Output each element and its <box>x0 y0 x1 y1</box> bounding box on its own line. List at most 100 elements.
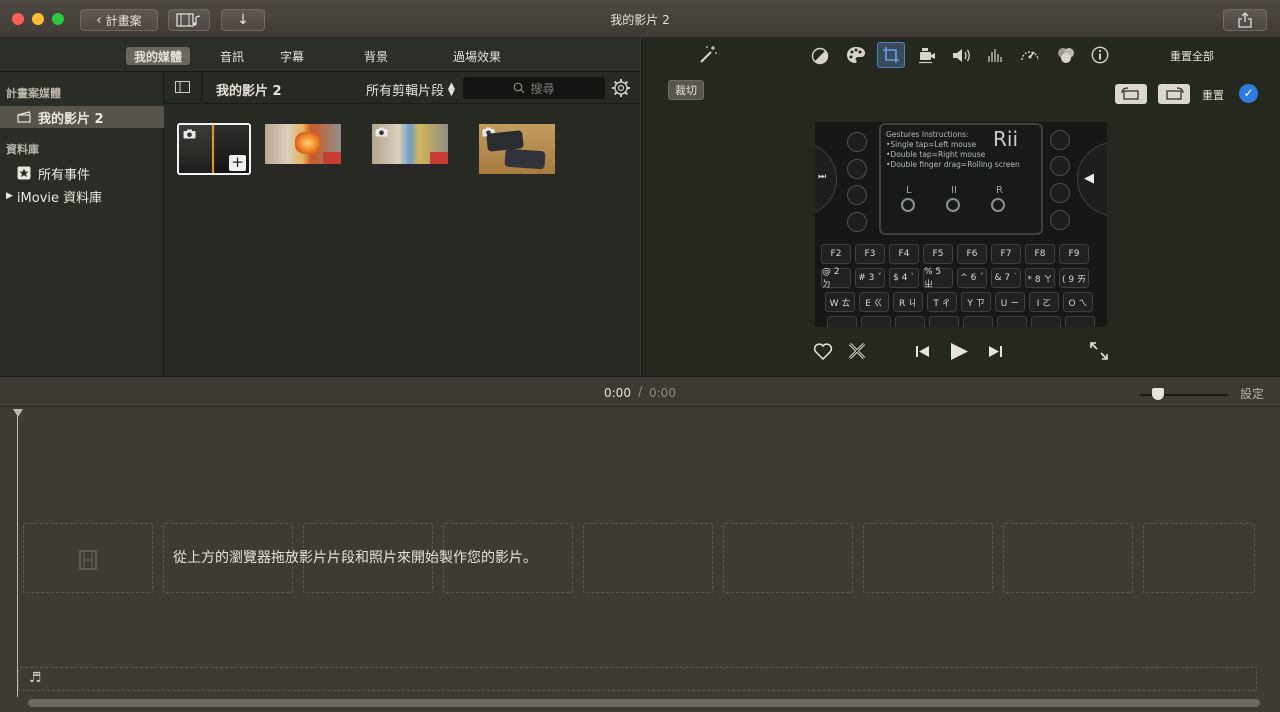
key: @ 2 ㄉ <box>821 267 851 290</box>
key <box>929 316 959 327</box>
timeline-settings-button[interactable]: 設定 <box>1240 385 1264 402</box>
key: % 5 ㄓ <box>923 267 953 290</box>
reset-all-button[interactable]: 重置全部 <box>1154 48 1230 64</box>
share-button[interactable] <box>1223 9 1267 31</box>
key: F8 <box>1025 244 1055 264</box>
library-sidebar: 計畫案媒體 我的影片 2 資料庫 所有事件 ▶ iMovie 資料庫 <box>0 72 164 376</box>
timeline-empty-message: 從上方的瀏覽器拖放影片片段和照片來開始製作您的影片。 <box>173 550 537 566</box>
media-thumbnail-3[interactable] <box>372 124 448 174</box>
thumbnail-image <box>295 132 321 154</box>
heart-icon[interactable] <box>813 343 833 361</box>
window-title: 我的影片 2 <box>610 13 670 27</box>
timeline-header: 0:00 / 0:00 設定 <box>0 376 1280 407</box>
media-tabs: 我的媒體 音訊 字幕 背景 過場效果 <box>0 38 640 72</box>
timeline[interactable]: 從上方的瀏覽器拖放影片片段和照片來開始製作您的影片。 ♬ <box>0 407 1280 712</box>
horizontal-scrollbar[interactable] <box>28 699 1260 707</box>
tab-my-media[interactable]: 我的媒體 <box>126 47 191 65</box>
stabilization-camera-icon[interactable] <box>918 47 936 64</box>
info-icon[interactable] <box>1091 46 1109 64</box>
clapperboard-icon <box>17 111 31 123</box>
media-thumbnail-1[interactable]: + <box>177 123 251 175</box>
zoom-slider-handle[interactable] <box>1152 388 1164 400</box>
skimmer-line <box>212 125 214 173</box>
arrow-down-icon: ↓ <box>237 12 249 28</box>
zoom-window-button[interactable] <box>52 13 64 25</box>
chevron-updown-icon: ▲ ▼ <box>448 80 455 98</box>
timeline-placeholder-slot <box>1143 523 1255 593</box>
media-thumbnail-2[interactable] <box>265 124 341 174</box>
add-to-timeline-icon[interactable]: + <box>229 155 246 171</box>
finger-icon <box>901 198 915 212</box>
browser-title: 我的影片 2 <box>216 84 282 99</box>
tab-backgrounds[interactable]: 背景 <box>356 47 396 65</box>
film-music-icon <box>176 13 201 27</box>
minimize-window-button[interactable] <box>32 13 44 25</box>
rotate-right-icon <box>1166 87 1184 100</box>
remote-key <box>847 132 867 152</box>
key: F9 <box>1059 244 1089 264</box>
sidebar-item-all-events[interactable]: 所有事件 <box>0 162 164 184</box>
speed-gauge-icon[interactable] <box>1020 46 1040 64</box>
import-button[interactable]: ↓ <box>221 9 265 31</box>
total-time: 0:00 <box>649 386 676 400</box>
key <box>1031 316 1061 327</box>
title-bar: ‹ 計畫案 ↓ 我的影片 2 <box>0 0 1280 38</box>
volume-icon[interactable] <box>952 47 972 64</box>
fullscreen-icon[interactable] <box>1090 342 1108 360</box>
palette-icon[interactable] <box>846 46 866 64</box>
video-filter-icon[interactable] <box>1056 46 1076 65</box>
sidebar-item-project-label: 我的影片 2 <box>38 111 104 127</box>
key: & 7 ˙ <box>991 268 1021 288</box>
sidebar-item-project[interactable]: 我的影片 2 <box>0 106 164 128</box>
equalizer-icon[interactable] <box>988 47 1004 63</box>
media-thumbnail-4[interactable] <box>479 124 555 174</box>
timeline-placeholder-slot <box>23 523 153 593</box>
arrow-left-icon: ◀ <box>1084 171 1094 186</box>
touchpad-left-label: L <box>906 185 912 196</box>
sidebar-toggle-icon[interactable] <box>175 81 190 93</box>
rotate-right-button[interactable] <box>1158 84 1190 104</box>
sidebar-item-library[interactable]: ▶ iMovie 資料庫 <box>0 185 164 207</box>
sidebar-item-all-events-label: 所有事件 <box>38 167 91 183</box>
camera-icon <box>183 129 196 139</box>
tab-titles[interactable]: 字幕 <box>272 47 312 65</box>
clip-filter-select[interactable]: 所有剪輯片段 ▲ ▼ <box>366 80 455 99</box>
time-separator: / <box>638 385 643 400</box>
crop-icon <box>883 47 899 63</box>
crop-style-button[interactable]: 裁切 <box>668 80 704 100</box>
timeline-placeholder-slot <box>1003 523 1133 593</box>
color-balance-icon[interactable] <box>811 47 829 65</box>
skip-back-icon[interactable] <box>915 345 931 358</box>
playhead-marker[interactable] <box>13 409 23 417</box>
music-track[interactable]: ♬ <box>18 667 1257 691</box>
key: W ㄊ <box>825 292 855 312</box>
timeline-placeholder-slot <box>723 523 853 593</box>
timeline-placeholder-slot <box>863 523 993 593</box>
disclosure-triangle-icon[interactable]: ▶ <box>6 191 13 201</box>
key <box>827 316 857 327</box>
reject-icon[interactable] <box>848 342 866 360</box>
gear-icon[interactable] <box>611 78 631 98</box>
magic-wand-icon[interactable] <box>698 44 718 64</box>
tab-audio[interactable]: 音訊 <box>212 47 252 65</box>
video-preview[interactable]: ⏭ ◀ Gestures Instructions: •Single tap=L… <box>815 122 1107 327</box>
key: * 8 ㄚ <box>1025 268 1055 288</box>
apply-checkmark-button[interactable]: ✓ <box>1239 84 1258 103</box>
star-icon <box>17 166 31 180</box>
media-browser-toggle[interactable] <box>168 9 210 31</box>
play-icon[interactable] <box>949 342 969 361</box>
share-icon <box>1238 12 1252 28</box>
back-to-projects-button[interactable]: ‹ 計畫案 <box>80 9 158 31</box>
tab-transitions[interactable]: 過場效果 <box>445 47 509 65</box>
key <box>895 316 925 327</box>
search-input[interactable]: 搜尋 <box>463 77 605 99</box>
skip-forward-icon[interactable] <box>987 345 1003 358</box>
rotate-left-button[interactable] <box>1115 84 1147 104</box>
play-pause-icon: ⏭ <box>818 172 827 182</box>
remote-key <box>1050 156 1070 176</box>
reset-button[interactable]: 重置 <box>1202 87 1224 103</box>
crop-tool-button[interactable] <box>877 42 905 68</box>
brand-logo: Rii <box>993 127 1019 151</box>
section-libraries: 資料庫 <box>6 143 39 156</box>
close-window-button[interactable] <box>12 13 24 25</box>
